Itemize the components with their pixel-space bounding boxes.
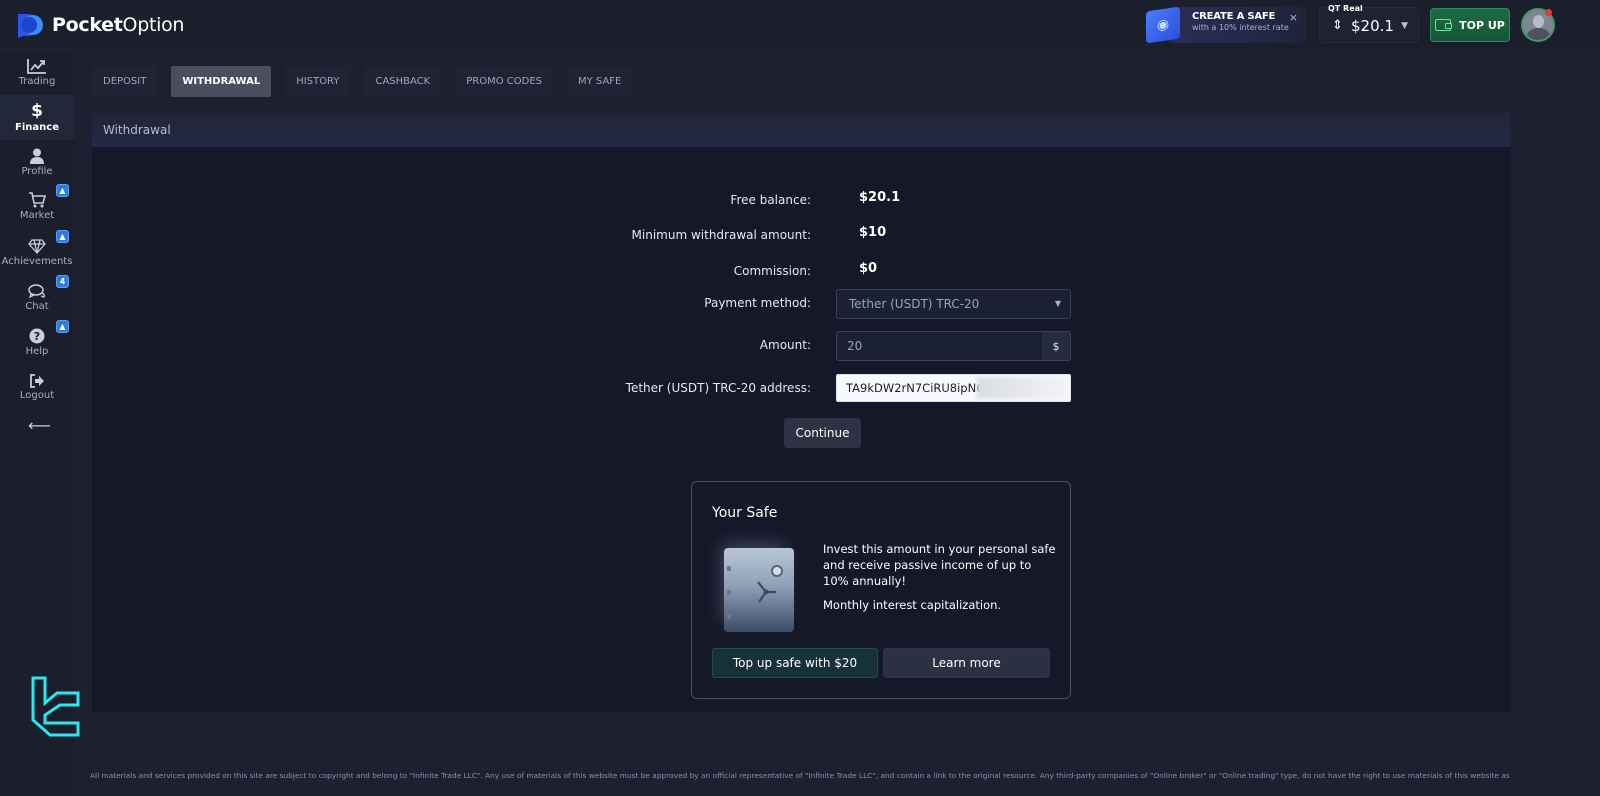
user-icon bbox=[30, 148, 44, 164]
bell-badge-icon: ▲ bbox=[56, 320, 69, 333]
payment-method-select[interactable]: Tether (USDT) TRC-20 ▼ bbox=[836, 289, 1071, 319]
currency-swap-icon: ⇕ bbox=[1332, 18, 1343, 33]
your-safe-card: Your Safe Invest this amount in your per… bbox=[691, 481, 1071, 699]
min-withdrawal-row: Minimum withdrawal amount: $10 bbox=[92, 221, 1511, 251]
payment-method-value: Tether (USDT) TRC-20 bbox=[849, 297, 980, 311]
help-icon: ? bbox=[29, 328, 45, 344]
logout-icon bbox=[30, 374, 44, 388]
currency-addon: $ bbox=[1042, 332, 1070, 360]
tab-history[interactable]: HISTORY bbox=[285, 66, 351, 97]
promo-title: CREATE A SAFE bbox=[1192, 11, 1276, 22]
sidebar-label: Chat bbox=[25, 300, 49, 312]
svg-text:?: ? bbox=[34, 330, 40, 343]
address-field-wrapper bbox=[836, 374, 1071, 402]
diamond-icon bbox=[28, 238, 46, 254]
logo[interactable]: PocketOption bbox=[16, 12, 184, 38]
sidebar-item-trading[interactable]: Trading bbox=[0, 50, 74, 95]
sidebar-label: Trading bbox=[18, 76, 56, 87]
sidebar-item-logout[interactable]: Logout bbox=[0, 365, 74, 410]
safe-note: Monthly interest capitalization. bbox=[823, 598, 1002, 612]
account-type-label: QT Real bbox=[1328, 4, 1363, 13]
commission-value: $0 bbox=[859, 261, 878, 276]
sidebar-label: Market bbox=[19, 210, 55, 221]
notification-dot bbox=[1545, 9, 1552, 16]
panel-title: Withdrawal bbox=[92, 113, 1511, 147]
commission-row: Commission: $0 bbox=[92, 257, 1511, 287]
account-selector[interactable]: QT Real ⇕ $20.1 ▼ bbox=[1319, 4, 1419, 43]
min-withdrawal-value: $10 bbox=[859, 225, 887, 240]
safe-description: Invest this amount in your personal safe… bbox=[823, 542, 1056, 588]
free-balance-value: $20.1 bbox=[859, 190, 901, 205]
commission-label: Commission: bbox=[733, 264, 811, 278]
promo-subtitle: with a 10% interest rate bbox=[1192, 23, 1289, 32]
free-balance-label: Free balance: bbox=[730, 193, 811, 207]
payment-method-label: Payment method: bbox=[704, 296, 811, 310]
sidebar-label: Help bbox=[25, 346, 49, 357]
sidebar-label: Profile bbox=[21, 166, 53, 177]
caret-down-icon: ▼ bbox=[1054, 299, 1061, 308]
top-up-safe-button[interactable]: Top up safe with $20 bbox=[712, 648, 878, 678]
close-icon[interactable]: × bbox=[1289, 11, 1298, 24]
amount-input[interactable] bbox=[837, 332, 1042, 360]
sidebar-item-chat[interactable]: Chat 4 bbox=[0, 275, 74, 320]
safe-promo-icon: ◉ bbox=[1146, 6, 1180, 44]
chevron-down-icon: ▼ bbox=[1401, 21, 1408, 31]
top-bar: PocketOption ◉ CREATE A SAFE with a 10% … bbox=[0, 0, 1600, 50]
bell-badge-icon: ▲ bbox=[56, 230, 69, 243]
redacted-blur bbox=[977, 377, 1070, 399]
create-safe-promo[interactable]: ◉ CREATE A SAFE with a 10% interest rate… bbox=[1146, 6, 1306, 44]
chat-count-badge: 4 bbox=[56, 275, 69, 288]
continue-button[interactable]: Continue bbox=[784, 418, 861, 448]
withdrawal-panel: Free balance: $20.1 Minimum withdrawal a… bbox=[92, 147, 1511, 712]
wallet-icon bbox=[1435, 19, 1453, 31]
top-up-button[interactable]: TOP UP bbox=[1430, 8, 1510, 42]
tab-cashback[interactable]: CASHBACK bbox=[364, 66, 442, 97]
sidebar-label: Achievements bbox=[1, 255, 73, 267]
tab-promo-codes[interactable]: PROMO CODES bbox=[455, 66, 553, 97]
sidebar-label: Finance bbox=[15, 122, 59, 133]
address-row: Tether (USDT) TRC-20 address: bbox=[92, 374, 1511, 404]
amount-label: Amount: bbox=[759, 338, 811, 352]
collapse-sidebar-icon[interactable]: ⟵ bbox=[28, 416, 51, 435]
payment-method-row: Payment method: Tether (USDT) TRC-20 ▼ bbox=[92, 289, 1511, 319]
bell-badge-icon: ▲ bbox=[56, 184, 69, 197]
safe-card-title: Your Safe bbox=[712, 505, 778, 521]
sidebar-item-market[interactable]: Market ▲ bbox=[0, 184, 74, 229]
brand-name: PocketOption bbox=[52, 14, 185, 36]
finance-tabs: DEPOSIT WITHDRAWAL HISTORY CASHBACK PROM… bbox=[92, 66, 646, 97]
footer-disclaimer: All materials and services provided on t… bbox=[90, 771, 1510, 780]
free-balance-row: Free balance: $20.1 bbox=[92, 186, 1511, 216]
amount-row: Amount: $ bbox=[92, 331, 1511, 361]
tab-deposit[interactable]: DEPOSIT bbox=[92, 66, 158, 97]
address-label: Tether (USDT) TRC-20 address: bbox=[625, 381, 811, 395]
sidebar-item-achievements[interactable]: Achievements ▲ bbox=[0, 230, 74, 275]
tab-withdrawal[interactable]: WITHDRAWAL bbox=[171, 66, 272, 97]
amount-input-group: $ bbox=[836, 331, 1071, 361]
tab-my-safe[interactable]: MY SAFE bbox=[567, 66, 633, 97]
safe-card-description: Invest this amount in your personal safe… bbox=[823, 541, 1059, 613]
sidebar-item-finance[interactable]: $ Finance bbox=[0, 95, 74, 140]
dollar-icon: $ bbox=[31, 101, 43, 121]
top-up-label: TOP UP bbox=[1459, 18, 1505, 32]
min-withdrawal-label: Minimum withdrawal amount: bbox=[631, 228, 811, 242]
learn-more-button[interactable]: Learn more bbox=[883, 648, 1050, 678]
cart-icon bbox=[29, 192, 46, 208]
sidebar-item-profile[interactable]: Profile bbox=[0, 140, 74, 185]
safe-illustration-icon bbox=[724, 548, 794, 632]
chat-icon bbox=[28, 283, 45, 298]
chart-line-icon bbox=[27, 59, 46, 74]
pocket-option-logo-icon bbox=[18, 14, 43, 38]
sidebar-label: Logout bbox=[19, 390, 55, 401]
sidebar-item-help[interactable]: ? Help ▲ bbox=[0, 320, 74, 365]
watermark-logo-icon bbox=[31, 676, 80, 737]
account-balance: $20.1 bbox=[1351, 17, 1394, 35]
